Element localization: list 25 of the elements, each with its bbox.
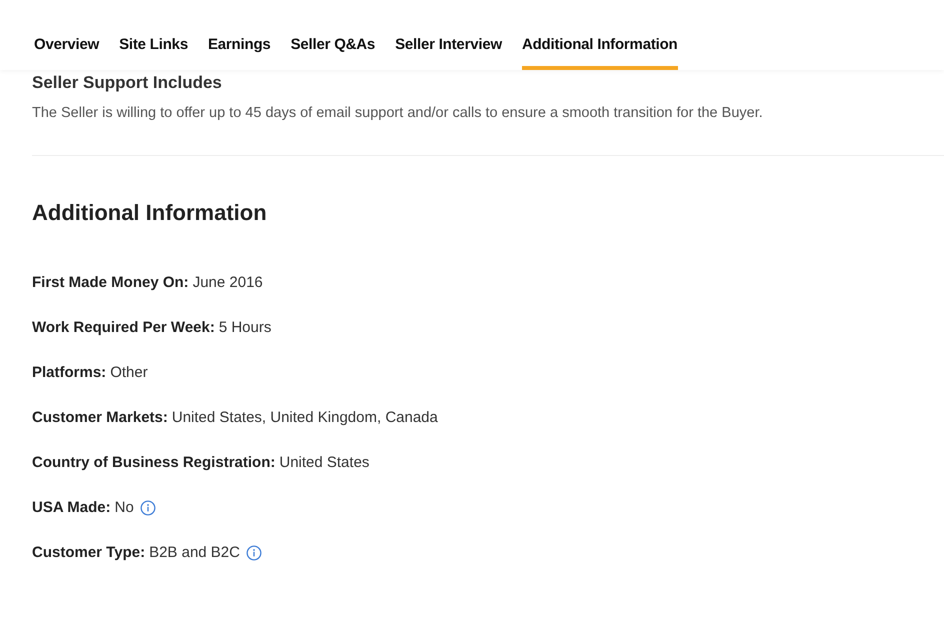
field-label: USA Made:: [32, 499, 111, 516]
field-label: Customer Markets:: [32, 409, 168, 426]
field-label: First Made Money On:: [32, 274, 189, 291]
field-value: 5 Hours: [218, 319, 272, 336]
support-text: The Seller is willing to offer up to 45 days of email support and/or calls to ensure a smooth transition for the Buyer.: [32, 105, 764, 121]
nav-tab[interactable]: Seller Interview: [395, 0, 502, 70]
nav-tab[interactable]: Seller Q&As: [290, 0, 376, 70]
info-icon[interactable]: [246, 544, 262, 560]
field-label: Work Required Per Week:: [32, 319, 215, 336]
field-value: No: [114, 499, 134, 516]
info-icon[interactable]: [140, 500, 156, 516]
section-heading: Seller Support Includes: [32, 73, 223, 93]
field-label: Platforms:: [32, 364, 106, 381]
field-label: Customer Type:: [32, 544, 146, 561]
nav-tab[interactable]: Additional Information: [522, 0, 678, 70]
nav-tab[interactable]: Site Links: [119, 0, 188, 70]
section-heading: Additional Information: [32, 200, 268, 226]
nav-tab[interactable]: Overview: [34, 0, 100, 70]
field-value: Other: [110, 364, 148, 381]
field-value: June 2016: [192, 274, 263, 291]
field-value: B2B and B2C: [149, 544, 240, 561]
field-value: United States, United Kingdom, Canada: [172, 409, 438, 426]
field-value: United States: [279, 454, 370, 471]
field-label: Country of Business Registration:: [32, 454, 276, 471]
nav-tab[interactable]: Earnings: [208, 0, 271, 70]
